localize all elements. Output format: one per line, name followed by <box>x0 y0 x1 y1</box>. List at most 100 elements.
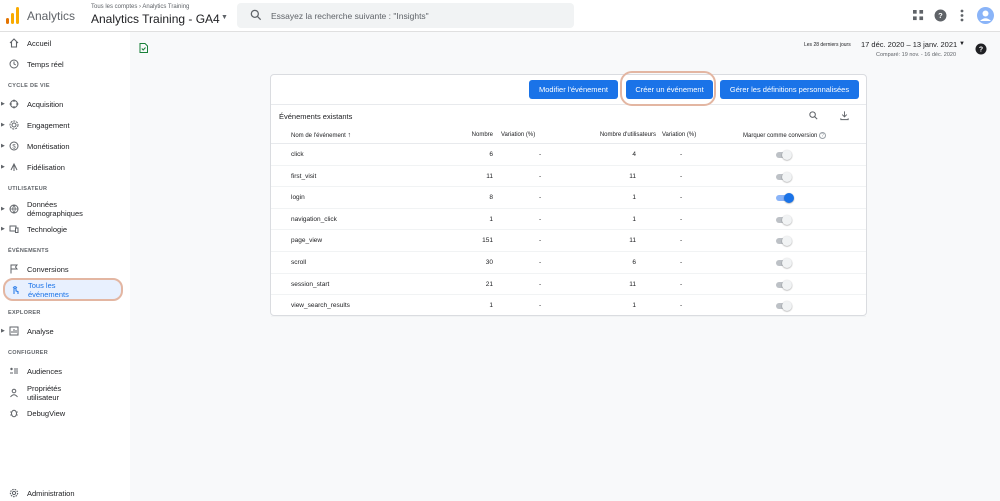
engagement-icon <box>9 120 19 130</box>
svg-text:?: ? <box>938 11 943 20</box>
column-header-users[interactable]: Nombre d'utilisateurs <box>600 132 656 138</box>
manage-custom-definitions-button[interactable]: Gérer les définitions personnalisées <box>720 80 859 99</box>
count-cell: 21 <box>485 280 493 288</box>
audiences-icon <box>10 367 18 374</box>
analysis-icon <box>9 326 19 336</box>
sidebar-item-label: Temps réel <box>27 59 64 69</box>
sidebar-item-all-events[interactable]: Tous les événements <box>3 278 123 301</box>
table-row: page_view 151 - 11 - <box>271 230 866 252</box>
caret-down-icon[interactable]: ▼ <box>959 41 965 47</box>
count-cell: 11 <box>486 172 493 180</box>
property-selector[interactable]: Analytics Training - GA4 <box>91 12 220 26</box>
sidebar-item-technology[interactable]: ▶ Technologie <box>0 221 130 237</box>
column-header-count-change[interactable]: Variation (%) <box>501 132 535 138</box>
users-cell: 11 <box>629 280 636 288</box>
column-header-count[interactable]: Nombre <box>472 132 493 138</box>
caret-down-icon[interactable]: ▼ <box>221 14 228 21</box>
table-row: scroll 30 - 6 - <box>271 252 866 274</box>
table-row: session_start 21 - 11 - <box>271 274 866 296</box>
search-icon[interactable] <box>808 110 819 121</box>
users-cell: 6 <box>632 259 636 266</box>
count-cell: 1 <box>489 302 493 310</box>
sidebar-item-label: Audiences <box>27 366 63 376</box>
apps-grid-icon[interactable] <box>911 8 925 22</box>
sidebar-item-audiences[interactable]: Audiences <box>0 363 130 379</box>
users-change-cell: - <box>680 194 683 202</box>
event-name-cell: view_search_results <box>291 302 350 310</box>
sidebar-item-monetization[interactable]: ▶ $ Monétisation <box>0 138 130 154</box>
clock-icon <box>9 59 19 69</box>
modify-event-button[interactable]: Modifier l'événement <box>529 80 618 99</box>
sidebar-item-analysis[interactable]: ▶ Analyse <box>0 323 130 339</box>
account-avatar[interactable] <box>977 7 994 24</box>
sidebar-item-label: Acquisition <box>27 99 64 109</box>
info-icon[interactable]: ? <box>819 132 827 139</box>
column-header-name[interactable]: Nom de l'événement ↑ <box>291 132 351 139</box>
search-input[interactable] <box>271 8 561 23</box>
expand-arrow-icon[interactable]: ▶ <box>1 143 5 149</box>
sidebar-item-conversions[interactable]: Conversions <box>0 261 130 277</box>
sort-arrow-up-icon[interactable]: ↑ <box>348 132 352 139</box>
event-name-cell: login <box>291 194 305 202</box>
sidebar-item-engagement[interactable]: ▶ Engagement <box>0 117 130 133</box>
account-breadcrumb[interactable]: Tous les comptes › Analytics Training <box>91 4 189 10</box>
section-title-user: UTILISATEUR <box>8 186 48 192</box>
sidebar-item-label: Administration <box>27 488 75 498</box>
sidebar-item-admin[interactable]: Administration <box>0 485 130 501</box>
users-change-cell: - <box>680 259 683 266</box>
table-row: navigation_click 1 - 1 - <box>271 209 866 231</box>
date-range-selector[interactable]: 17 déc. 2020 – 13 janv. 2021 <box>861 40 957 49</box>
expand-arrow-icon[interactable]: ▶ <box>1 328 5 334</box>
expand-arrow-icon[interactable]: ▶ <box>1 164 5 170</box>
sidebar-item-debugview[interactable]: DebugView <box>0 405 130 421</box>
sidebar-item-label: DebugView <box>27 408 66 418</box>
user-properties-icon <box>10 388 18 398</box>
column-header-users-change[interactable]: Variation (%) <box>662 132 696 138</box>
flag-icon <box>10 264 18 274</box>
sidebar: Accueil Temps réel CYCLE DE VIE ▶ Acquis… <box>0 32 130 501</box>
expand-arrow-icon[interactable]: ▶ <box>1 226 5 232</box>
sidebar-item-label: Fidélisation <box>27 162 65 172</box>
analytics-logo-icon[interactable] <box>6 7 20 24</box>
conversion-toggle[interactable] <box>776 150 794 160</box>
gear-icon <box>9 488 19 498</box>
expand-arrow-icon[interactable]: ▶ <box>1 101 5 107</box>
users-change-cell: - <box>680 237 683 245</box>
dollar-icon: $ <box>9 141 19 151</box>
sidebar-item-retention[interactable]: ▶ Fidélisation <box>0 159 130 175</box>
expand-arrow-icon[interactable]: ▶ <box>1 122 5 128</box>
count-change-cell: - <box>539 172 542 180</box>
sidebar-item-realtime[interactable]: Temps réel <box>0 56 130 72</box>
download-icon[interactable] <box>839 110 850 121</box>
conversion-toggle[interactable] <box>776 301 794 312</box>
sidebar-item-demographics[interactable]: ▶ Données démographiques <box>0 199 130 219</box>
conversion-toggle[interactable] <box>776 258 794 268</box>
sidebar-item-acquisition[interactable]: ▶ Acquisition <box>0 96 130 112</box>
conversion-toggle[interactable] <box>776 214 794 225</box>
more-vert-icon[interactable] <box>955 8 969 22</box>
document-check-icon[interactable] <box>139 43 148 53</box>
users-change-cell: - <box>680 151 683 158</box>
conversion-toggle[interactable] <box>776 193 794 204</box>
column-header-conversion: Marquer comme conversion ? <box>743 132 827 139</box>
sidebar-item-label: Engagement <box>27 120 70 130</box>
count-change-cell: - <box>539 215 542 223</box>
home-icon <box>9 38 19 48</box>
table-row: first_visit 11 - 11 - <box>271 166 866 188</box>
debug-icon <box>10 409 18 418</box>
sidebar-item-user-properties[interactable]: Propriétés utilisateur <box>0 383 130 403</box>
conversion-toggle[interactable] <box>776 279 794 290</box>
sidebar-item-label: Technologie <box>27 224 68 234</box>
event-name-cell: first_visit <box>291 172 317 180</box>
help-icon[interactable]: ? <box>975 43 987 55</box>
conversion-toggle[interactable] <box>776 236 794 247</box>
search-bar[interactable] <box>237 3 574 28</box>
help-icon[interactable]: ? <box>933 8 947 22</box>
acquisition-icon <box>9 99 19 109</box>
table-header: Nom de l'événement ↑ Nombre Variation (%… <box>271 128 866 144</box>
conversion-toggle[interactable] <box>776 171 794 182</box>
sidebar-item-home[interactable]: Accueil <box>0 35 130 51</box>
expand-arrow-icon[interactable]: ▶ <box>1 206 5 212</box>
count-change-cell: - <box>539 237 542 245</box>
date-range-prefix: Les 28 derniers jours <box>804 42 851 48</box>
